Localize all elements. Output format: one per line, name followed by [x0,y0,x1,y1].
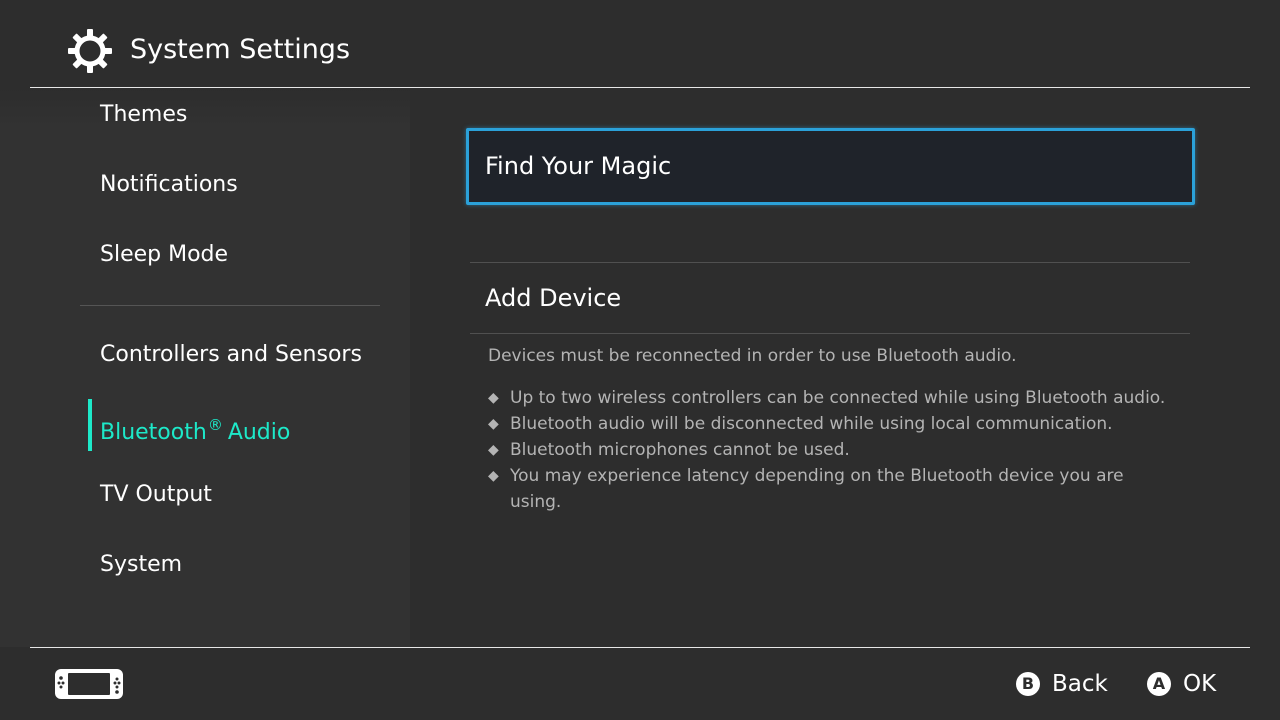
a-button-icon: A [1147,672,1171,696]
sidebar-divider [80,305,380,306]
divider [470,333,1190,334]
info-notes: ◆ Up to two wireless controllers can be c… [488,385,1178,515]
info-note: ◆ Up to two wireless controllers can be c… [488,385,1178,411]
console-icon[interactable] [54,668,124,700]
sidebar: Themes Notifications Sleep Mode Controll… [0,88,410,647]
info-note: ◆ Bluetooth microphones cannot be used. [488,437,1178,463]
gear-icon [68,29,112,73]
b-button-icon: B [1016,672,1040,696]
diamond-bullet-icon: ◆ [488,442,499,458]
sidebar-item-sleep-mode[interactable]: Sleep Mode [100,233,400,277]
back-label: Back [1052,671,1108,697]
info-intro: Devices must be reconnected in order to … [488,346,1017,366]
diamond-bullet-icon: ◆ [488,468,499,484]
diamond-bullet-icon: ◆ [488,390,499,406]
sidebar-item-label: Bluetooth [100,420,207,445]
sidebar-item-themes[interactable]: Themes [100,93,400,137]
diamond-bullet-icon: ◆ [488,416,499,432]
header: System Settings [30,0,1250,88]
footer: B Back A OK [30,647,1250,720]
sidebar-item-controllers-and-sensors[interactable]: Controllers and Sensors [100,333,400,377]
selection-indicator [88,399,92,451]
main-panel: Find Your Magic Add Device Devices must … [410,88,1250,647]
back-button[interactable]: B Back [1016,666,1108,702]
system-settings-screen: System Settings Themes Notifications Sle… [0,0,1280,720]
info-note: ◆ You may experience latency depending on… [488,463,1178,515]
sidebar-item-tv-output[interactable]: TV Output [100,473,400,517]
paired-device-button[interactable]: Find Your Magic [466,128,1195,205]
sidebar-item-label: Audio [227,420,291,445]
info-note: ◆ Bluetooth audio will be disconnected wh… [488,411,1178,437]
add-device-label: Add Device [485,284,622,312]
device-name: Find Your Magic [485,152,672,180]
sidebar-item-bluetooth-audio[interactable]: Bluetooth® Audio [100,403,400,447]
sidebar-item-system[interactable]: System [100,543,400,587]
add-device-button[interactable]: Add Device [470,263,1190,333]
sidebar-item-notifications[interactable]: Notifications [100,163,400,207]
registered-mark: ® [207,416,223,434]
bluetooth-info: Devices must be reconnected in order to … [488,343,1178,515]
ok-button[interactable]: A OK [1147,666,1216,702]
page-title: System Settings [130,34,351,65]
ok-label: OK [1183,671,1217,697]
